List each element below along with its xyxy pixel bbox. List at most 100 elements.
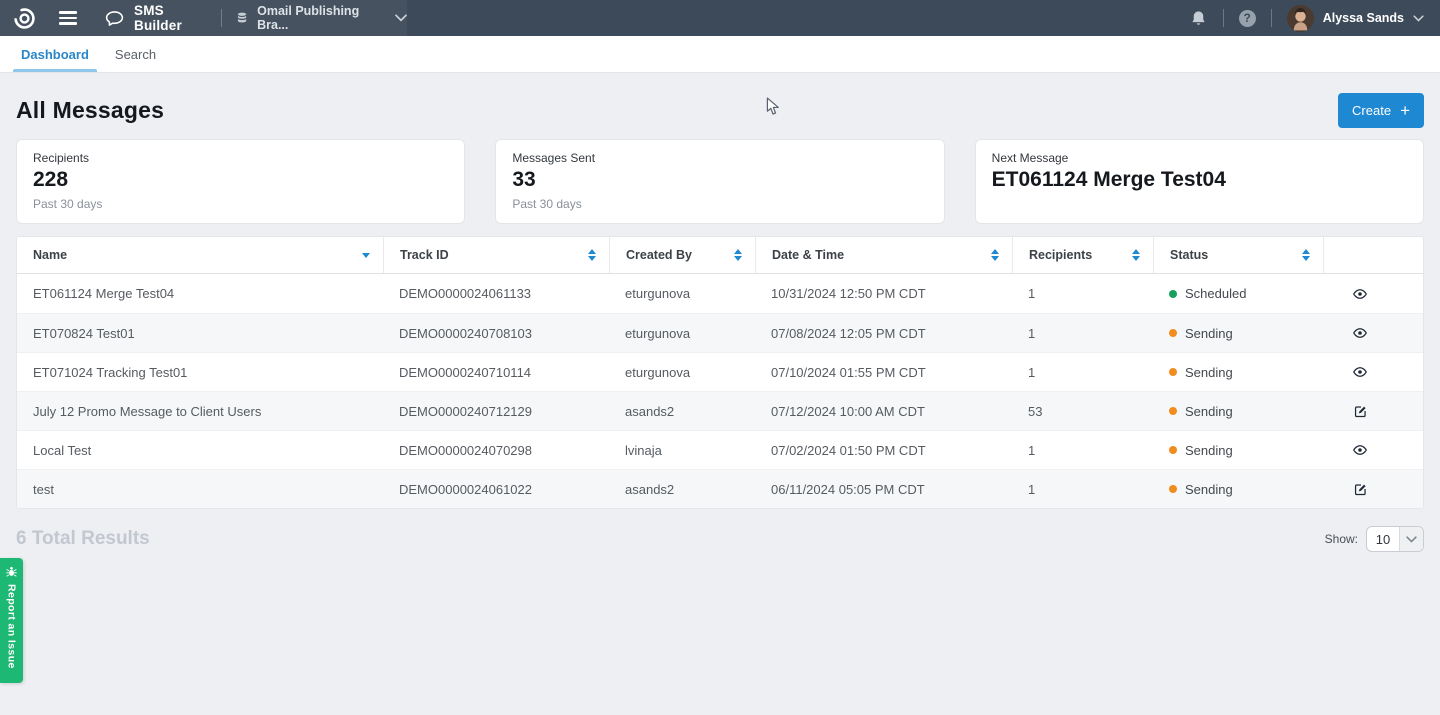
sort-icon [1132,249,1140,261]
stat-caption: Past 30 days [33,197,448,211]
stat-card-recipients: Recipients 228 Past 30 days [16,139,465,224]
tab-search[interactable]: Search [102,36,169,72]
column-header-track-id[interactable]: Track ID [383,237,609,273]
user-menu[interactable]: Alyssa Sands [1287,5,1424,32]
view-message-button[interactable] [1352,325,1368,341]
cell-name: test [17,482,383,497]
cell-name: Local Test [17,443,383,458]
cell-status: Sending [1153,326,1323,341]
status-label: Sending [1185,482,1233,497]
stat-label: Next Message [992,151,1407,165]
brand-selector[interactable]: Omail Publishing Bra... [235,4,407,32]
column-header-actions [1323,237,1423,273]
cell-status: Sending [1153,443,1323,458]
stat-card-next-message: Next Message ET061124 Merge Test04 [975,139,1424,224]
status-label: Sending [1185,404,1233,419]
navbar-divider [1223,9,1224,27]
table-row[interactable]: Local Test DEMO0000024070298 lvinaja 07/… [17,430,1423,469]
create-button[interactable]: Create + [1338,93,1424,128]
cell-recipients: 53 [1012,404,1153,419]
edit-message-button[interactable] [1353,404,1368,419]
cell-track-id: DEMO0000240708103 [383,326,609,341]
column-label: Date & Time [772,248,844,262]
status-dot [1169,407,1177,415]
cell-created-by: asands2 [609,404,755,419]
column-header-created-by[interactable]: Created By [609,237,755,273]
cell-actions [1323,482,1423,497]
plus-icon: + [1400,102,1410,119]
stat-caption: Past 30 days [512,197,927,211]
table-body: ET061124 Merge Test04 DEMO0000024061133 … [17,274,1423,508]
cell-actions [1323,404,1423,419]
table-row[interactable]: ET061124 Merge Test04 DEMO0000024061133 … [17,274,1423,313]
page-title: All Messages [16,97,164,124]
edit-icon [1353,404,1368,419]
view-message-button[interactable] [1352,442,1368,458]
view-message-button[interactable] [1352,364,1368,380]
tab-dashboard[interactable]: Dashboard [8,36,102,72]
cell-created-by: eturgunova [609,286,755,301]
menu-hamburger-icon[interactable] [59,11,77,24]
cell-name: ET070824 Test01 [17,326,383,341]
cell-created-by: eturgunova [609,326,755,341]
cell-track-id: DEMO0000024061133 [383,286,609,301]
cell-date-time: 07/08/2024 12:05 PM CDT [755,326,1012,341]
notifications-bell-icon[interactable] [1189,9,1208,28]
column-header-recipients[interactable]: Recipients [1012,237,1153,273]
report-issue-tab[interactable]: Report an Issue [0,558,23,683]
edit-message-button[interactable] [1353,482,1368,497]
status-label: Sending [1185,443,1233,458]
table-row[interactable]: test DEMO0000024061022 asands2 06/11/202… [17,469,1423,508]
eye-icon [1352,325,1368,341]
cell-recipients: 1 [1012,286,1153,301]
omeda-logo-icon[interactable] [13,7,36,30]
stat-value: ET061124 Merge Test04 [992,168,1407,192]
stat-label: Recipients [33,151,448,165]
stat-value: 228 [33,168,448,192]
cell-name: July 12 Promo Message to Client Users [17,404,383,419]
cell-created-by: eturgunova [609,365,755,380]
column-header-name[interactable]: Name [17,237,383,273]
status-dot [1169,446,1177,454]
cell-name: ET071024 Tracking Test01 [17,365,383,380]
cell-recipients: 1 [1012,326,1153,341]
cell-actions [1323,364,1423,380]
active-tab-underline [13,69,97,72]
help-icon[interactable]: ? [1239,10,1256,27]
view-message-button[interactable] [1352,286,1368,302]
status-label: Sending [1185,365,1233,380]
table-row[interactable]: ET070824 Test01 DEMO0000240708103 eturgu… [17,313,1423,352]
cell-recipients: 1 [1012,443,1153,458]
cell-date-time: 10/31/2024 12:50 PM CDT [755,286,1012,301]
cell-track-id: DEMO0000240712129 [383,404,609,419]
cell-date-time: 06/11/2024 05:05 PM CDT [755,482,1012,497]
navbar-divider [221,9,222,27]
table-row[interactable]: July 12 Promo Message to Client Users DE… [17,391,1423,430]
cell-recipients: 1 [1012,482,1153,497]
bug-icon [5,565,18,578]
cell-name: ET061124 Merge Test04 [17,286,383,301]
cell-actions [1323,442,1423,458]
user-avatar [1287,5,1314,32]
sort-icon [1302,249,1310,261]
page-size-select[interactable]: 10 [1366,526,1424,552]
app-title: SMS Builder [134,3,208,33]
cell-track-id: DEMO0000024061022 [383,482,609,497]
cell-date-time: 07/02/2024 01:50 PM CDT [755,443,1012,458]
column-header-date-time[interactable]: Date & Time [755,237,1012,273]
total-results: 6 Total Results [16,528,150,550]
cell-created-by: lvinaja [609,443,755,458]
sort-icon [734,249,742,261]
brand-label: Omail Publishing Bra... [257,4,378,32]
show-label: Show: [1325,532,1358,546]
table-row[interactable]: ET071024 Tracking Test01 DEMO00002407101… [17,352,1423,391]
top-navbar: SMS Builder Omail Publishing Bra... ? [0,0,1440,36]
column-header-status[interactable]: Status [1153,237,1323,273]
cell-track-id: DEMO0000240710114 [383,365,609,380]
stat-card-messages-sent: Messages Sent 33 Past 30 days [495,139,944,224]
status-dot [1169,290,1177,298]
cell-status: Scheduled [1153,286,1323,301]
cell-created-by: asands2 [609,482,755,497]
status-label: Scheduled [1185,286,1246,301]
table-header: Name Track ID Created By Date & Time Rec… [17,237,1423,274]
